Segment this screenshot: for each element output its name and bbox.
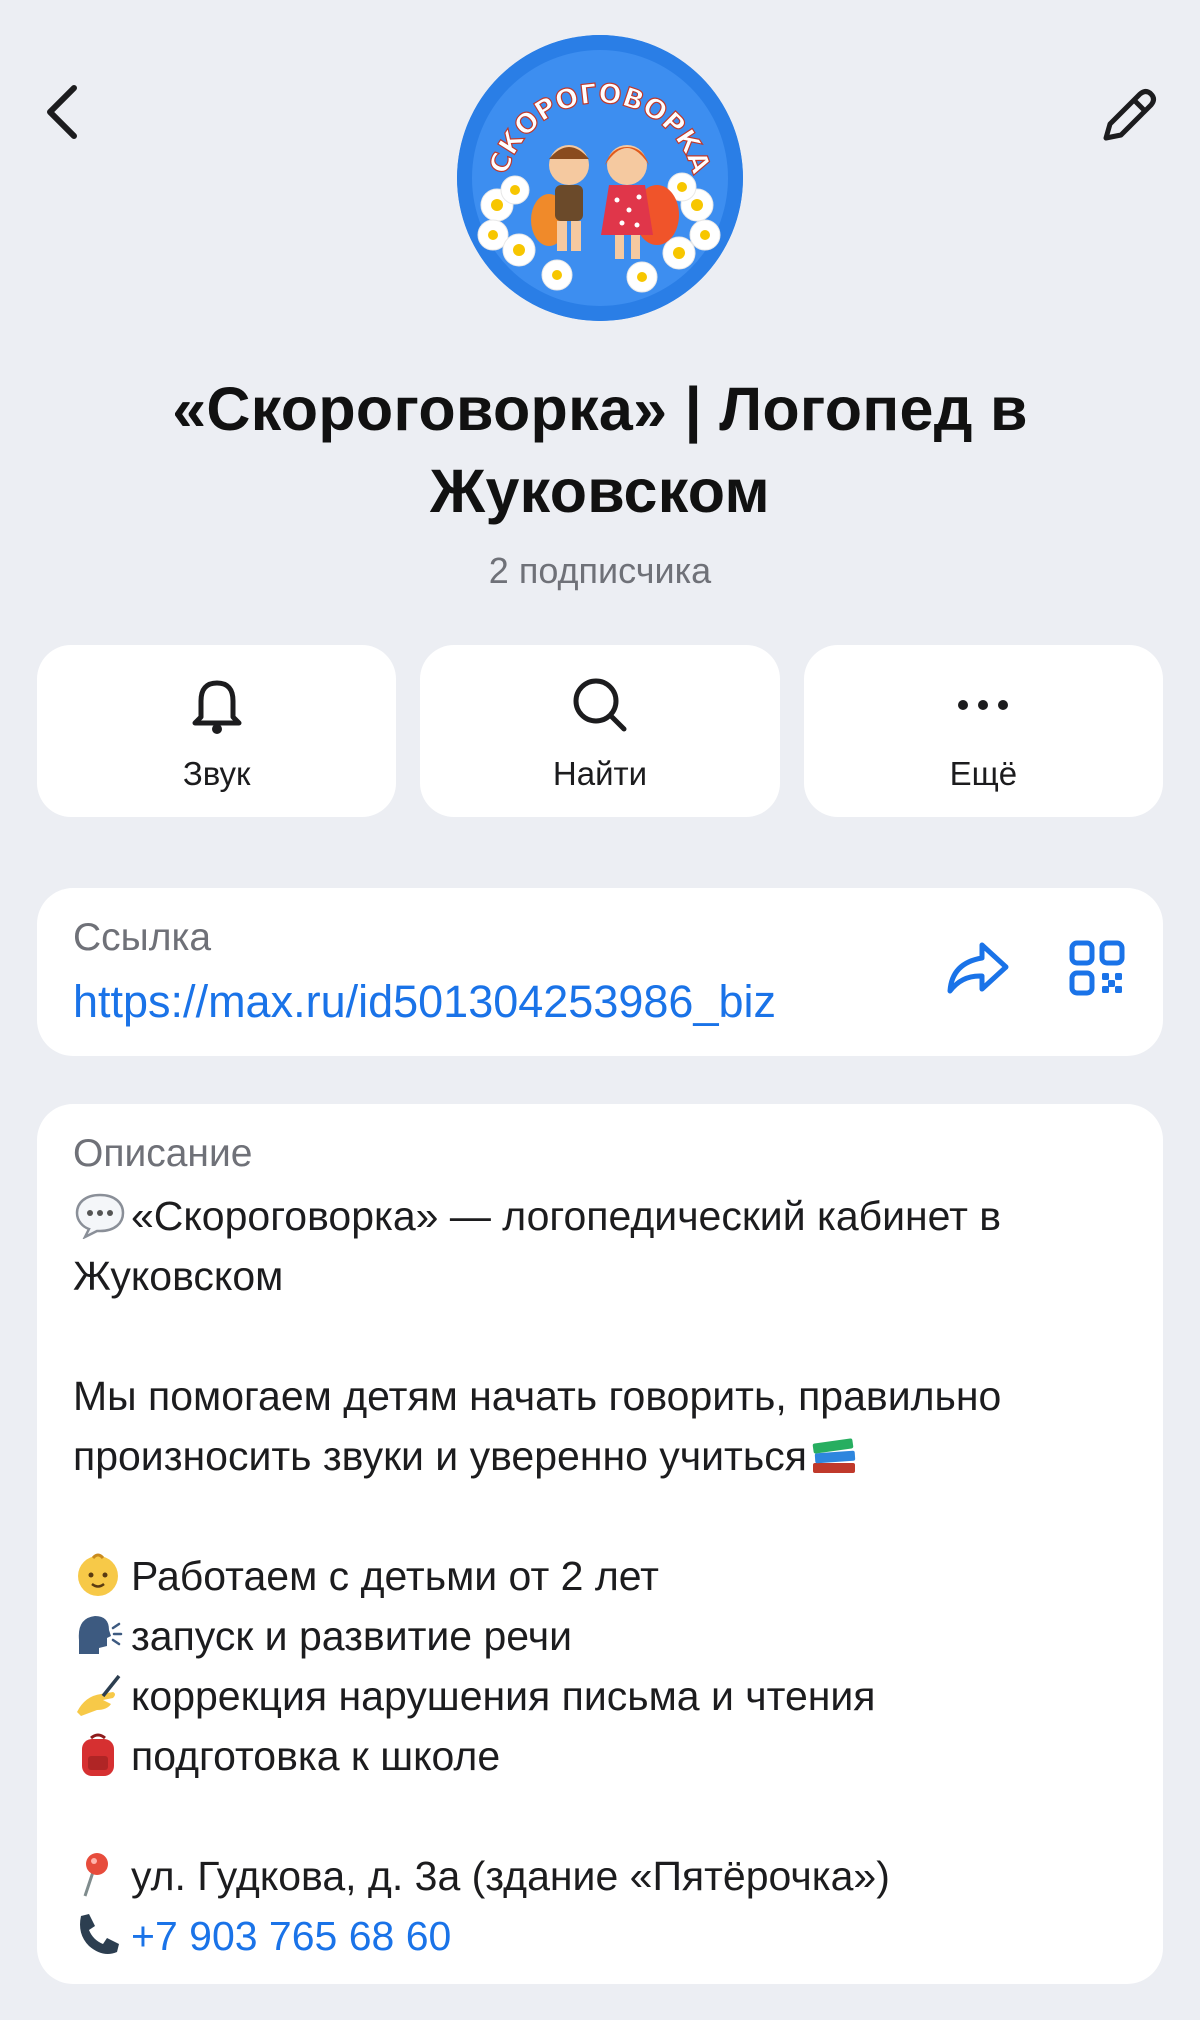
pencil-icon <box>1103 89 1156 141</box>
telephone-icon <box>73 1910 131 1960</box>
description-line: Жуковском <box>73 1253 284 1299</box>
sound-label: Звук <box>182 755 251 792</box>
search-label: Найти <box>552 755 648 792</box>
description-list-item: подготовка к школе <box>73 1726 1143 1786</box>
description-line: Мы помогаем детям начать говорить, прави… <box>73 1373 1002 1419</box>
action-buttons: Звук Найти Ещё <box>37 645 1163 817</box>
channel-title-line2: Жуковском <box>430 457 770 525</box>
back-button[interactable] <box>36 80 88 144</box>
description-line: произносить звуки и уверенно учиться <box>73 1426 1143 1486</box>
link-card: Ссылка https://max.ru/id501304253986_biz <box>37 888 1163 1056</box>
skorogovorka-logo: СКОРОГОВОРКА <box>457 35 743 321</box>
speaking-head-icon <box>73 1610 131 1660</box>
more-dots-icon <box>958 700 1009 710</box>
description-list-item: Работаем с детьми от 2 лет <box>73 1546 1143 1606</box>
pin-icon <box>73 1850 131 1900</box>
search-button[interactable]: Найти <box>420 645 780 817</box>
profile-header: СКОРОГОВОРКА <box>0 0 1200 330</box>
phone-link[interactable]: +7 903 765 68 60 <box>131 1913 451 1959</box>
bell-icon <box>192 680 242 734</box>
qr-button[interactable] <box>1057 928 1137 1008</box>
books-icon <box>807 1431 865 1479</box>
edit-button[interactable] <box>1092 80 1164 152</box>
more-button[interactable]: Ещё <box>803 645 1163 817</box>
baby-icon <box>73 1550 131 1600</box>
search-icon <box>573 678 627 732</box>
chevron-left-icon <box>47 85 77 139</box>
backpack-icon <box>73 1730 131 1780</box>
description-card: Описание «Скороговорка» — логопедический… <box>37 1104 1163 1984</box>
channel-title: «Скороговорка» | Логопед в Жуковском <box>60 368 1140 532</box>
description-list-item: коррекция нарушения письма и чтения <box>73 1666 1143 1726</box>
channel-avatar[interactable]: СКОРОГОВОРКА <box>457 35 743 321</box>
channel-title-line1: «Скороговорка» | Логопед в <box>172 375 1028 443</box>
subscriber-count: 2 подписчика <box>488 550 712 591</box>
share-button[interactable] <box>937 928 1017 1008</box>
description-caption: Описание <box>73 1132 253 1175</box>
writing-hand-icon <box>73 1670 131 1720</box>
description-phone: +7 903 765 68 60 <box>73 1906 1143 1966</box>
speech-bubble-icon <box>73 1191 131 1240</box>
description-address: ул. Гудкова, д. 3а (здание «Пятёрочка») <box>73 1846 1143 1906</box>
qr-code-icon <box>1069 940 1125 996</box>
description-list-item: запуск и развитие речи <box>73 1606 1143 1666</box>
sound-button[interactable]: Звук <box>37 645 397 817</box>
description-line: «Скороговорка» — логопедический кабинет … <box>73 1186 1143 1246</box>
more-label: Ещё <box>949 755 1018 792</box>
link-caption: Ссылка <box>73 916 212 959</box>
channel-link[interactable]: https://max.ru/id501304253986_biz <box>73 976 776 1028</box>
description-text: «Скороговорка» — логопедический кабинет … <box>73 1186 1143 1966</box>
share-arrow-icon <box>947 942 1009 994</box>
